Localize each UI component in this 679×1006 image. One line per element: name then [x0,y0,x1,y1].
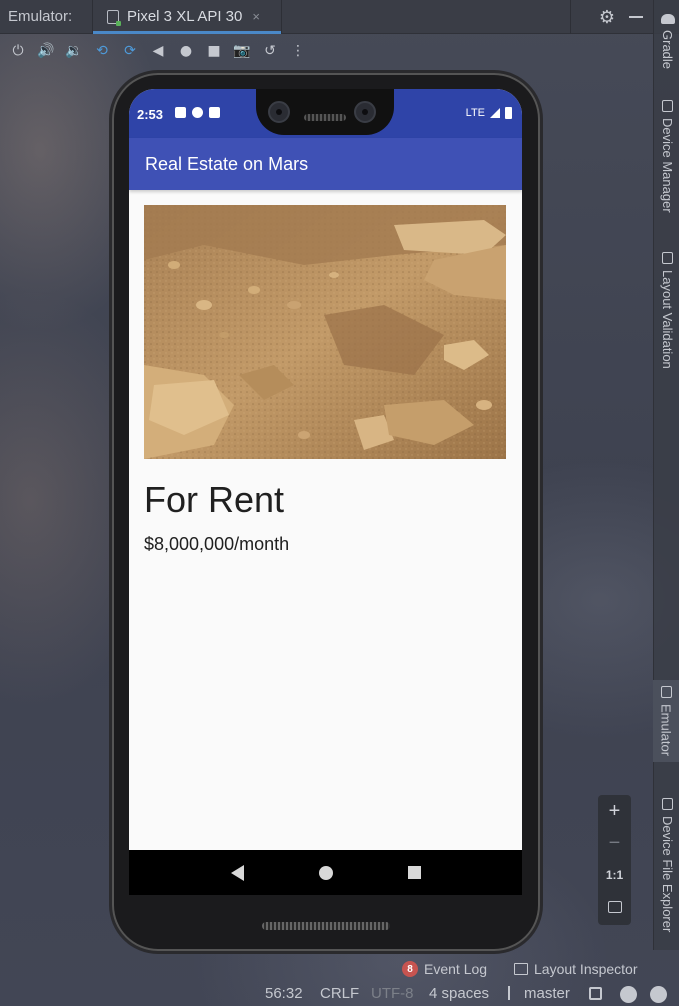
app-title: Real Estate on Mars [145,153,309,174]
smiley-icon[interactable] [620,986,637,1003]
side-tab-layout-validation[interactable]: Layout Validation [660,252,675,369]
device-file-explorer-icon [662,798,673,810]
notification-icon [192,107,203,118]
nav-home-icon[interactable] [318,865,333,880]
network-type: LTE [465,107,485,119]
ide-status-bar: 56:32 CRLF UTF-8 4 spaces master [0,983,679,1006]
file-encoding[interactable]: UTF-8 [371,985,414,1002]
zoom-out-button[interactable]: − [598,827,631,859]
zoom-to-fit-button[interactable] [598,891,631,923]
camera-icon[interactable]: 📷 [230,39,254,63]
gear-icon[interactable]: ⚙ [599,7,615,28]
zoom-controls: + − 1:1 [598,795,631,925]
side-tab-emulator[interactable]: Emulator [653,680,679,763]
fit-screen-icon [607,901,622,913]
side-tab-label: Emulator [658,704,674,757]
frown-icon[interactable] [650,986,667,1003]
front-camera-icon [354,101,376,123]
emulator-label: Emulator: [8,8,73,25]
property-type: For Rent [144,479,285,520]
overview-icon[interactable]: ■ [202,39,226,63]
layout-validation-icon [662,252,673,264]
side-tab-label: Device File Explorer [660,816,675,933]
side-tab-label: Layout Validation [660,270,675,369]
bottom-speaker-grille [262,922,390,930]
minimize-icon[interactable] [629,16,643,18]
right-tool-strip: Gradle Device Manager Layout Validation … [653,0,679,950]
snapshot-icon[interactable]: ↺ [258,39,282,63]
mars-property-photo[interactable] [144,205,506,459]
rotate-left-icon[interactable]: ⟲ [90,39,114,63]
layout-inspector-button[interactable]: Layout Inspector [514,961,638,977]
emulator-icon [660,686,672,698]
actual-size-button[interactable]: 1:1 [598,859,631,891]
device-tab[interactable]: Pixel 3 XL API 30 × [92,0,282,34]
android-status-bar: 2:53 LTE [129,89,522,138]
device-tab-label: Pixel 3 XL API 30 [127,8,243,25]
android-nav-bar [129,850,522,895]
emulator-toolbar: ⏻ 🔊 🔉 ⟲ ⟳ ◀ ● ■ 📷 ↺ ⋮ [0,34,650,68]
signal-icon [490,108,500,118]
branch-name: master [524,985,570,1002]
more-icon[interactable]: ⋮ [286,39,310,63]
home-icon[interactable]: ● [174,39,198,63]
zoom-in-button[interactable]: + [598,795,631,827]
indent-setting[interactable]: 4 spaces [429,985,489,1002]
gradle-icon [660,14,675,24]
tabbar-divider [569,0,571,34]
cursor-position[interactable]: 56:32 [265,985,303,1002]
status-time: 2:53 [137,107,164,122]
front-camera-icon [268,101,290,123]
power-icon[interactable]: ⏻ [6,39,30,63]
mars-terrain-image [144,205,506,459]
side-tab-device-file-explorer[interactable]: Device File Explorer [660,798,675,932]
git-branch[interactable]: master [508,985,570,1002]
branch-icon [508,986,518,1000]
layout-inspector-label: Layout Inspector [534,961,638,977]
status-indicators: LTE [466,107,512,119]
side-tab-gradle[interactable]: Gradle [660,14,675,69]
layout-inspector-icon [514,963,528,975]
nav-back-icon[interactable] [230,864,244,881]
event-log-button[interactable]: 8 Event Log [402,961,487,977]
notification-icon [175,107,186,118]
lock-icon[interactable] [589,987,602,1000]
property-price: $8,000,000/month [144,534,290,554]
event-count-badge: 8 [402,961,418,977]
notification-icons [175,107,220,118]
sd-card-icon [209,107,220,118]
volume-up-icon[interactable]: 🔊 [34,39,58,63]
earpiece-speaker [304,114,346,121]
side-tab-device-manager[interactable]: Device Manager [660,100,675,213]
side-tab-label: Gradle [660,30,675,70]
side-tab-label: Device Manager [660,118,675,213]
app-bar: Real Estate on Mars [129,138,522,190]
device-manager-icon [662,100,673,112]
battery-icon [505,107,512,119]
camera-notch [256,89,394,135]
line-separator[interactable]: CRLF [320,985,359,1002]
volume-down-icon[interactable]: 🔉 [62,39,86,63]
emulator-tab-bar: Emulator: Pixel 3 XL API 30 × ⚙ [0,0,679,34]
nav-recents-icon[interactable] [407,866,421,879]
close-icon[interactable]: × [252,9,260,24]
back-icon[interactable]: ◀ [146,39,170,63]
event-log-label: Event Log [424,961,488,977]
device-screen[interactable]: 2:53 LTE Real Estate on Mars For Rent $8… [129,89,522,895]
device-icon [107,9,121,26]
rotate-right-icon[interactable]: ⟳ [118,39,142,63]
tool-window-bar: 8 Event Log Layout Inspector [0,957,679,983]
